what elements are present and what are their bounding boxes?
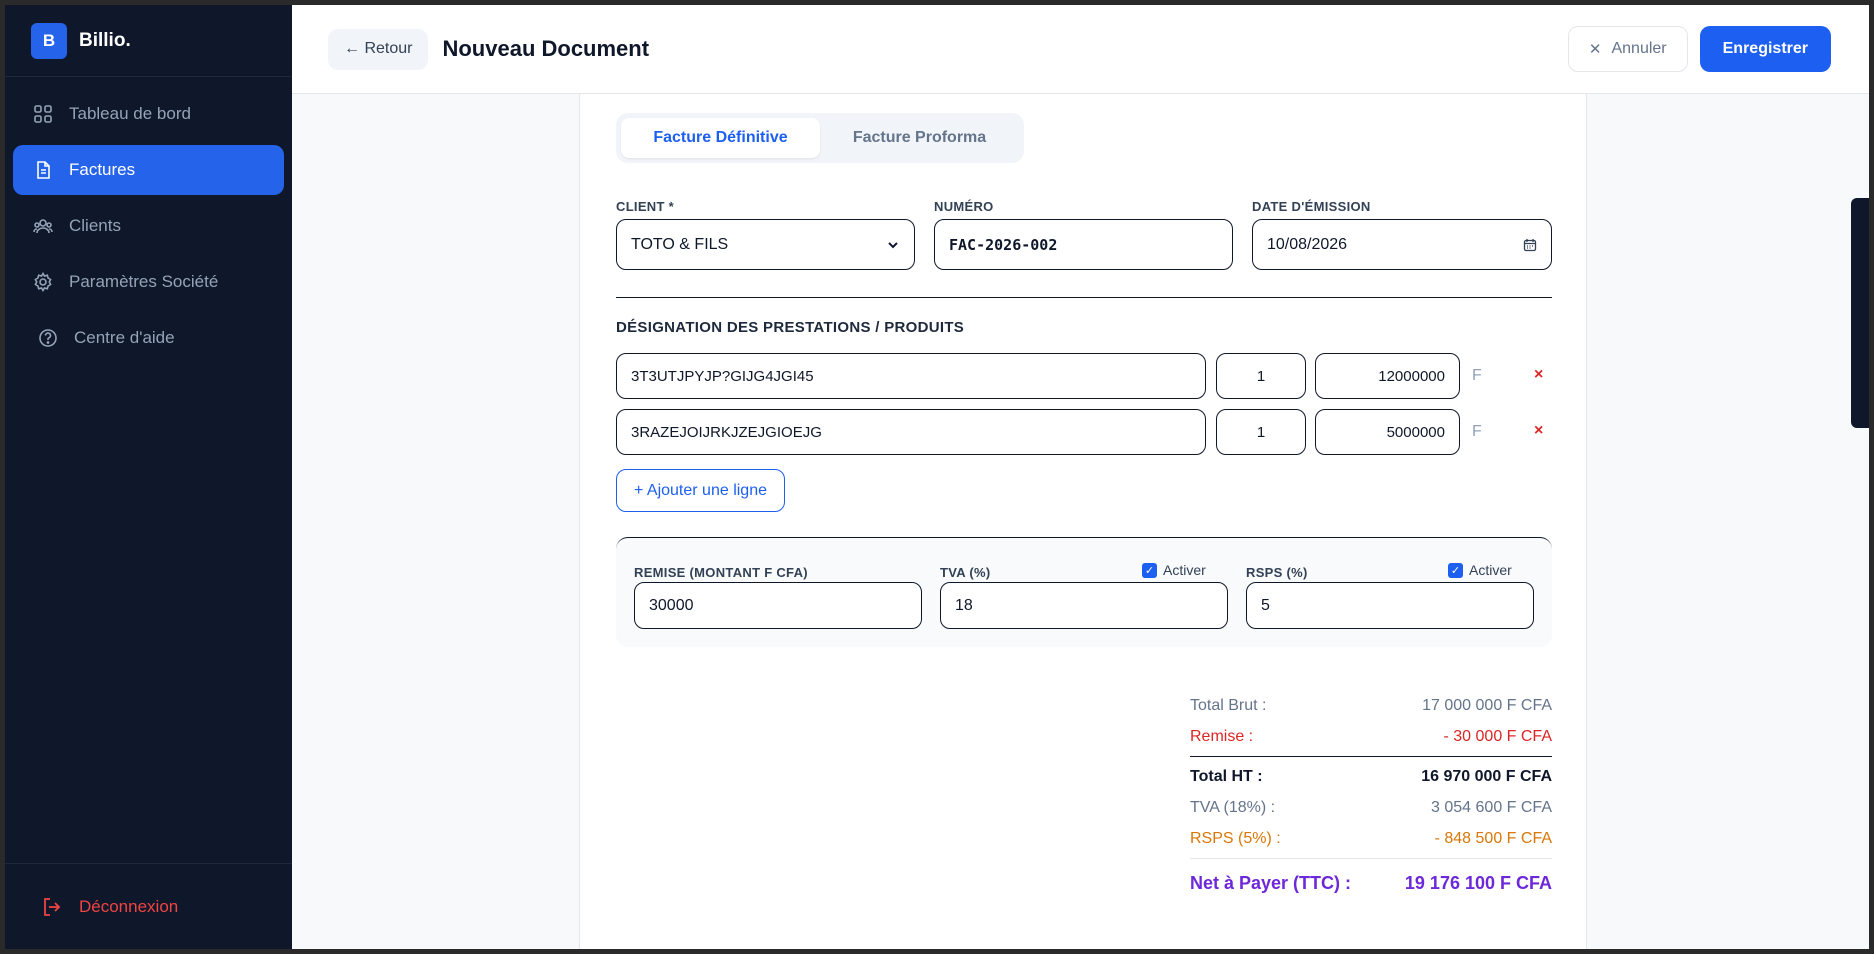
date-value: 10/08/2026 bbox=[1267, 235, 1348, 253]
logout-button[interactable]: Déconnexion bbox=[5, 863, 292, 949]
totals-summary: Total Brut : 17 000 000 F CFA Remise : -… bbox=[1190, 690, 1552, 903]
line-price-input[interactable]: 5000000 bbox=[1315, 409, 1460, 455]
totals-divider bbox=[1190, 756, 1552, 757]
sidebar-item-label: Tableau de bord bbox=[69, 104, 191, 123]
document-type-toggle: Facture Définitive Facture Proforma bbox=[616, 113, 1024, 163]
app-window: B Billio. Tableau de bord Factures Clien… bbox=[5, 5, 1869, 949]
client-label: CLIENT * bbox=[616, 199, 675, 214]
remove-line-button[interactable]: × bbox=[1534, 422, 1543, 440]
checkmark-icon: ✓ bbox=[1448, 562, 1463, 578]
help-circle-icon bbox=[38, 328, 58, 348]
numero-input[interactable]: FAC-2026-002 bbox=[934, 219, 1233, 270]
checkmark-icon: ✓ bbox=[1142, 562, 1157, 578]
chevron-down-icon bbox=[888, 241, 898, 248]
main-area: ← Retour Nouveau Document ✕ Annuler Enre… bbox=[292, 5, 1869, 949]
add-line-button[interactable]: + Ajouter une ligne bbox=[616, 469, 785, 512]
client-value: TOTO & FILS bbox=[631, 235, 729, 253]
lines-section-title: DÉSIGNATION DES PRESTATIONS / PRODUITS bbox=[616, 319, 965, 336]
date-input[interactable]: 10/08/2026 bbox=[1252, 219, 1552, 270]
document-form-card: Facture Définitive Facture Proforma CLIE… bbox=[579, 94, 1587, 949]
section-divider bbox=[616, 297, 1552, 298]
date-label: DATE D'ÉMISSION bbox=[1252, 199, 1371, 214]
tva-total-label: TVA (18%) : bbox=[1190, 798, 1276, 816]
users-icon bbox=[33, 216, 53, 236]
remise-row: Remise : - 30 000 F CFA bbox=[1190, 721, 1552, 752]
line-qty-input[interactable]: 1 bbox=[1216, 409, 1306, 455]
tva-activate-label: Activer bbox=[1163, 562, 1206, 578]
tva-input[interactable]: 18 bbox=[940, 582, 1228, 629]
page-title: Nouveau Document bbox=[442, 36, 650, 61]
line-price-input[interactable]: 12000000 bbox=[1315, 353, 1460, 399]
logout-label: Déconnexion bbox=[79, 896, 179, 916]
rsps-input[interactable]: 5 bbox=[1246, 582, 1534, 629]
remise-total-value: - 30 000 F CFA bbox=[1443, 727, 1553, 745]
total-brut-row: Total Brut : 17 000 000 F CFA bbox=[1190, 690, 1552, 721]
totals-divider bbox=[1190, 858, 1552, 859]
sidebar-item-label: Clients bbox=[69, 216, 121, 235]
line-designation-input[interactable]: 3RAZEJOIJRKJZEJGIOEJG bbox=[616, 409, 1206, 455]
cancel-button[interactable]: ✕ Annuler bbox=[1567, 26, 1688, 72]
line-unit: F bbox=[1472, 367, 1482, 384]
sidebar-item-label: Centre d'aide bbox=[74, 328, 175, 347]
grid-icon bbox=[33, 104, 53, 124]
total-brut-value: 17 000 000 F CFA bbox=[1422, 696, 1552, 714]
total-ht-value: 16 970 000 F CFA bbox=[1421, 767, 1552, 785]
net-a-payer-label: Net à Payer (TTC) : bbox=[1190, 872, 1352, 893]
total-ht-row: Total HT : 16 970 000 F CFA bbox=[1190, 761, 1552, 792]
net-a-payer-value: 19 176 100 F CFA bbox=[1404, 872, 1552, 893]
remise-total-label: Remise : bbox=[1190, 727, 1254, 745]
line-designation-input[interactable]: 3T3UTJPYJP?GIJG4JGI45 bbox=[616, 353, 1206, 399]
sidebar: B Billio. Tableau de bord Factures Clien… bbox=[5, 5, 292, 949]
adjustments-panel: REMISE (MONTANT F CFA) 30000 TVA (%) ✓ A… bbox=[616, 537, 1552, 647]
line-unit: F bbox=[1472, 423, 1482, 440]
tva-label: TVA (%) bbox=[940, 565, 991, 580]
close-icon: ✕ bbox=[1588, 41, 1602, 58]
rsps-activate-label: Activer bbox=[1469, 562, 1512, 578]
tva-total-row: TVA (18%) : 3 054 600 F CFA bbox=[1190, 792, 1552, 823]
save-button[interactable]: Enregistrer bbox=[1699, 26, 1831, 72]
remise-label: REMISE (MONTANT F CFA) bbox=[634, 565, 808, 580]
rsps-total-row: RSPS (5%) : - 848 500 F CFA bbox=[1190, 823, 1552, 854]
sidebar-item-clients[interactable]: Clients bbox=[13, 201, 284, 251]
sidebar-item-label: Factures bbox=[69, 160, 136, 179]
brand: B Billio. bbox=[5, 5, 292, 77]
numero-label: NUMÉRO bbox=[934, 199, 994, 214]
sidebar-item-parametres[interactable]: Paramètres Société bbox=[13, 257, 284, 307]
topbar: ← Retour Nouveau Document ✕ Annuler Enre… bbox=[292, 5, 1869, 94]
rsps-total-label: RSPS (5%) : bbox=[1190, 829, 1281, 847]
client-select[interactable]: TOTO & FILS bbox=[616, 219, 915, 270]
rsps-label: RSPS (%) bbox=[1246, 565, 1308, 580]
tva-total-value: 3 054 600 F CFA bbox=[1431, 798, 1552, 816]
back-button[interactable]: ← Retour bbox=[328, 28, 429, 70]
cancel-label: Annuler bbox=[1611, 40, 1667, 57]
sidebar-item-centre-aide[interactable]: Centre d'aide bbox=[13, 313, 284, 363]
total-ht-label: Total HT : bbox=[1190, 767, 1263, 785]
line-qty-input[interactable]: 1 bbox=[1216, 353, 1306, 399]
sidebar-nav: Tableau de bord Factures Clients Paramèt… bbox=[5, 77, 292, 363]
tab-facture-definitive[interactable]: Facture Définitive bbox=[621, 118, 820, 158]
net-a-payer-row: Net à Payer (TTC) : 19 176 100 F CFA bbox=[1190, 863, 1552, 903]
brand-name: Billio. bbox=[79, 29, 131, 51]
logo: B bbox=[31, 22, 67, 59]
tva-activate-checkbox[interactable]: ✓ Activer bbox=[1142, 562, 1206, 578]
total-brut-label: Total Brut : bbox=[1190, 696, 1267, 714]
document-icon bbox=[33, 160, 53, 180]
floating-toolbar[interactable] bbox=[1851, 198, 1869, 428]
remove-line-button[interactable]: × bbox=[1534, 366, 1543, 384]
logout-icon bbox=[44, 897, 61, 916]
sidebar-item-factures[interactable]: Factures bbox=[13, 145, 284, 195]
remise-input[interactable]: 30000 bbox=[634, 582, 922, 629]
gear-icon bbox=[33, 272, 53, 292]
calendar-icon[interactable] bbox=[1523, 238, 1537, 252]
rsps-activate-checkbox[interactable]: ✓ Activer bbox=[1448, 562, 1512, 578]
sidebar-item-tableau-de-bord[interactable]: Tableau de bord bbox=[13, 89, 284, 139]
rsps-total-value: - 848 500 F CFA bbox=[1434, 829, 1552, 847]
tab-facture-proforma[interactable]: Facture Proforma bbox=[820, 118, 1019, 158]
sidebar-item-label: Paramètres Société bbox=[69, 272, 219, 291]
